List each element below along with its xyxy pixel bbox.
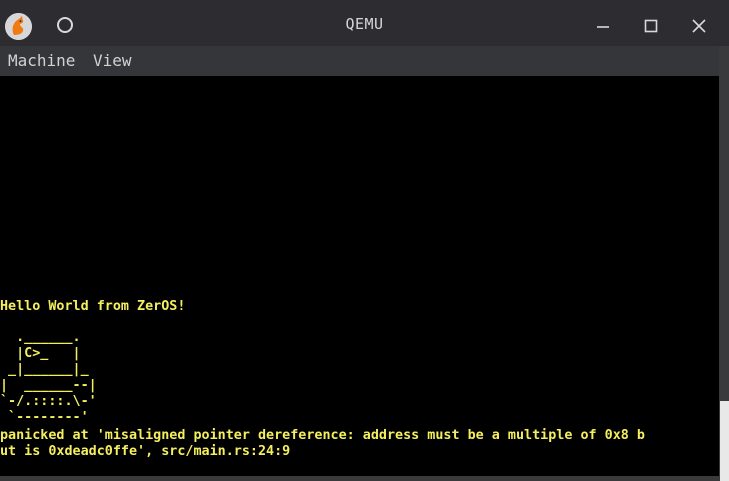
close-icon[interactable] [686,13,712,39]
ascii-art-line: | ______--| [0,378,97,393]
window-right-border [719,46,729,481]
hello-line: Hello World from ZerOS! [0,299,186,314]
qemu-window: QEMU Machine View Hello World from ZerOS… [0,0,729,481]
title-bar: QEMU [0,0,729,46]
ascii-art-line: .______. [0,330,81,345]
menu-bar: Machine View [0,46,719,76]
ascii-art-line: |C>_ | [0,346,81,361]
window-bottom-border [0,476,719,481]
vm-display[interactable]: Hello World from ZerOS! .______. |C>_ | … [0,76,719,476]
ascii-art-line: `-/.::::.\-' [0,394,97,409]
window-title: QEMU [345,15,384,33]
ascii-art-line: _|______|_ [0,362,89,377]
desktop-background [720,401,729,481]
menu-machine[interactable]: Machine [8,51,75,70]
panic-message-line: ut is 0xdeadc0ffe', src/main.rs:24:9 [0,444,291,459]
maximize-icon[interactable] [638,13,664,39]
menu-view[interactable]: View [93,51,132,70]
ascii-art-line: `--------' [0,410,89,425]
minimize-icon[interactable] [590,13,616,39]
panic-message-line: panicked at 'misaligned pointer derefere… [0,428,645,443]
